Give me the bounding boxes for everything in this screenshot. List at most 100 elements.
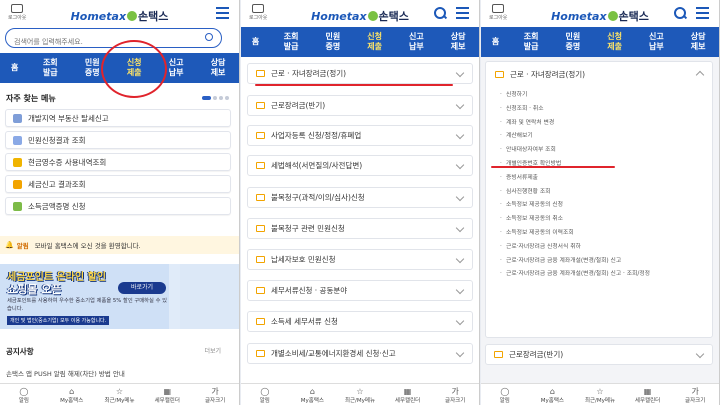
notice-more-link[interactable]: 더보기 — [204, 346, 221, 355]
submenu-item[interactable]: 소득정보 제공동의 취소 — [500, 216, 712, 223]
notice-section-title: 공지사항 — [6, 347, 34, 356]
bottom-nav-alarm[interactable]: ◯ 알림 — [0, 384, 48, 405]
bottom-nav: ◯ 알림 ⌂ My홈택스 ☆ 최근/My메뉴 ▦ 세무캘린더 가 글자크기 — [0, 383, 239, 405]
bottom-nav-myhometax[interactable]: ⌂ My홈택스 — [289, 384, 337, 405]
bottom-nav-recent[interactable]: ☆ 최근/My메뉴 — [96, 384, 144, 405]
bottom-nav-fontsize[interactable]: 가 글자크기 — [671, 384, 719, 405]
nav-consult[interactable]: 상담 제보 — [437, 27, 479, 57]
folder-icon — [256, 194, 265, 201]
nav-apply[interactable]: 신청 제출 — [594, 27, 636, 57]
chevron-down-icon — [455, 316, 465, 326]
folder-icon — [495, 70, 504, 78]
nav-consult[interactable]: 상담 제보 — [197, 53, 239, 83]
menu-icon — [13, 135, 22, 145]
bottom-nav-myhometax[interactable]: ⌂ My홈택스 — [48, 384, 96, 405]
nav-home[interactable]: 홈 — [0, 53, 29, 83]
nav-home[interactable]: 홈 — [481, 27, 510, 57]
submenu-item[interactable]: 근로·자녀장려금 금융 계좌개설(변경/철회) 신고 — [500, 258, 712, 265]
submenu-item[interactable]: 심사진행현황 조회 — [500, 189, 712, 196]
submenu-item-eligibility-check[interactable]: 안내대상자여부 조회 — [500, 147, 712, 154]
bell-icon: ◯ — [260, 387, 270, 396]
bottom-nav-recent[interactable]: ☆ 최근/My메뉴 — [576, 384, 624, 405]
bottom-nav-fontsize[interactable]: 가 글자크기 — [191, 384, 239, 405]
menu-icon — [13, 179, 22, 189]
nav-report[interactable]: 신고 납부 — [635, 27, 677, 57]
menu-item[interactable]: 세법해석(서면질의/사전답변) — [247, 155, 473, 176]
app-header: 로그아웃 Hometax 손택스 — [481, 0, 719, 30]
nav-inquiry[interactable]: 조회 발급 — [29, 53, 71, 83]
calendar-icon: ▦ — [643, 387, 652, 396]
folder-icon — [256, 225, 265, 232]
menu-item[interactable]: 세무서류신청 · 공동분야 — [247, 280, 473, 301]
nav-inquiry[interactable]: 조회 발급 — [270, 27, 312, 57]
bottom-nav-alarm[interactable]: ◯ 알림 — [481, 384, 529, 405]
submenu-item[interactable]: 신청조회 · 취소 — [500, 106, 712, 113]
bottom-nav-recent[interactable]: ☆ 최근/My메뉴 — [336, 384, 384, 405]
submenu-item[interactable]: 소득정보 제공동의 신청 — [500, 202, 712, 209]
quick-item[interactable]: 소득금액증명 신청 — [5, 197, 231, 215]
menu-item[interactable]: 개별소비세/교통에너지환경세 신청·신고 — [247, 343, 473, 364]
main-nav: 홈 조회 발급 민원 증명 신청 제출 신고 납부 상담 제보 — [241, 27, 479, 57]
chevron-down-icon — [455, 130, 465, 140]
bottom-nav-myhometax[interactable]: ⌂ My홈택스 — [529, 384, 577, 405]
folder-icon — [256, 162, 265, 169]
menu-item[interactable]: 납세자보호 민원신청 — [247, 249, 473, 270]
nav-consult[interactable]: 상담 제보 — [677, 27, 719, 57]
submenu-item[interactable]: 근로·자녀장려금 금융 계좌개설(변경/철회) 신고 · 조회/정정 — [500, 271, 696, 278]
bottom-nav-calendar[interactable]: ▦ 세무캘린더 — [384, 384, 432, 405]
folder-icon — [256, 132, 265, 139]
chevron-down-icon — [455, 348, 465, 358]
carousel-dots[interactable] — [202, 96, 229, 100]
nav-civil[interactable]: 민원 증명 — [552, 27, 594, 57]
annotation-circle — [101, 40, 167, 98]
bottom-nav-alarm[interactable]: ◯ 알림 — [241, 384, 289, 405]
nav-apply[interactable]: 신청 제출 — [354, 27, 396, 57]
notice-bar[interactable]: 🔔 알림 모바일 홈택스에 오신 것을 환영합니다. — [0, 236, 239, 254]
hamburger-menu-icon[interactable] — [696, 7, 709, 20]
folder-icon — [256, 102, 265, 109]
nav-report[interactable]: 신고 납부 — [395, 27, 437, 57]
nav-inquiry[interactable]: 조회 발급 — [510, 27, 552, 57]
menu-item[interactable]: 불복청구 관련 민원신청 — [247, 218, 473, 239]
menu-item[interactable]: 소득세 세무서류 신청 — [247, 311, 473, 332]
submenu-header[interactable]: 근로 · 자녀장려금(정기) — [486, 62, 712, 86]
menu-icon — [13, 157, 22, 167]
search-icon[interactable] — [434, 7, 447, 20]
hamburger-menu-icon[interactable] — [216, 7, 229, 20]
menu-item-earned-income-regular[interactable]: 근로 · 자녀장려금(정기) — [247, 63, 473, 84]
quick-item[interactable]: 현금영수증 사용내역조회 — [5, 153, 231, 171]
search-input[interactable] — [6, 33, 186, 51]
bottom-nav-fontsize[interactable]: 가 글자크기 — [431, 384, 479, 405]
menu-item[interactable]: 근로장려금(반기) — [247, 95, 473, 116]
bottom-nav: ◯ 알림 ⌂ My홈택스 ☆ 최근/My메뉴 ▦ 세무캘린더 가 글자크기 — [241, 383, 479, 405]
folder-icon — [494, 351, 503, 358]
submenu-item[interactable]: 증빙서류제출 — [500, 175, 712, 182]
nav-civil[interactable]: 민원 증명 — [312, 27, 354, 57]
banner-go-button[interactable]: 바로가기 — [118, 282, 166, 294]
promo-banner[interactable]: 세금포인트 온라인 할인 쇼핑몰 오픈 바로가기 세금포인트를 사용하여 우수한… — [0, 264, 239, 329]
quick-item[interactable]: 개발지역 부동산 탈세신고 — [5, 109, 231, 127]
screen-apply-menu: 로그아웃 Hometax 손택스 홈 조회 발급 민원 증명 신청 제출 신고 납부 상담… — [241, 0, 480, 405]
search-icon[interactable] — [205, 33, 213, 41]
submenu-item[interactable]: 계산해보기 — [500, 133, 712, 140]
bottom-nav-calendar[interactable]: ▦ 세무캘린더 — [624, 384, 672, 405]
submenu-item[interactable]: 근로·자녀장려금 신청서식 취하 — [500, 244, 712, 251]
chevron-up-icon — [695, 70, 705, 80]
notice-item[interactable]: 손택스 앱 PUSH 알림 해제(차단) 방법 안내 — [6, 368, 125, 378]
bell-icon: ◯ — [19, 387, 29, 396]
search-icon[interactable] — [674, 7, 687, 20]
font-size-icon: 가 — [691, 387, 699, 396]
quick-item[interactable]: 민원신청결과 조회 — [5, 131, 231, 149]
menu-item[interactable]: 불복청구(과적/이의/심사)신청 — [247, 187, 473, 208]
hamburger-menu-icon[interactable] — [456, 7, 469, 20]
submenu-item[interactable]: 계좌 및 연락처 변경 — [500, 120, 712, 127]
menu-item[interactable]: 사업자등록 신청/정정/휴폐업 — [247, 125, 473, 146]
bottom-nav-calendar[interactable]: ▦ 세무캘린더 — [143, 384, 191, 405]
quick-item[interactable]: 세금신고 결과조회 — [5, 175, 231, 193]
submenu-item-apply[interactable]: 신청하기 — [500, 92, 712, 99]
nav-home[interactable]: 홈 — [241, 27, 270, 57]
menu-item[interactable]: 근로장려금(반기) — [485, 344, 713, 365]
app-logo[interactable]: Hometax 손택스 — [0, 8, 239, 24]
annotation-underline — [255, 84, 453, 86]
submenu-item[interactable]: 소득정보 제공동의 이력조회 — [500, 230, 712, 237]
